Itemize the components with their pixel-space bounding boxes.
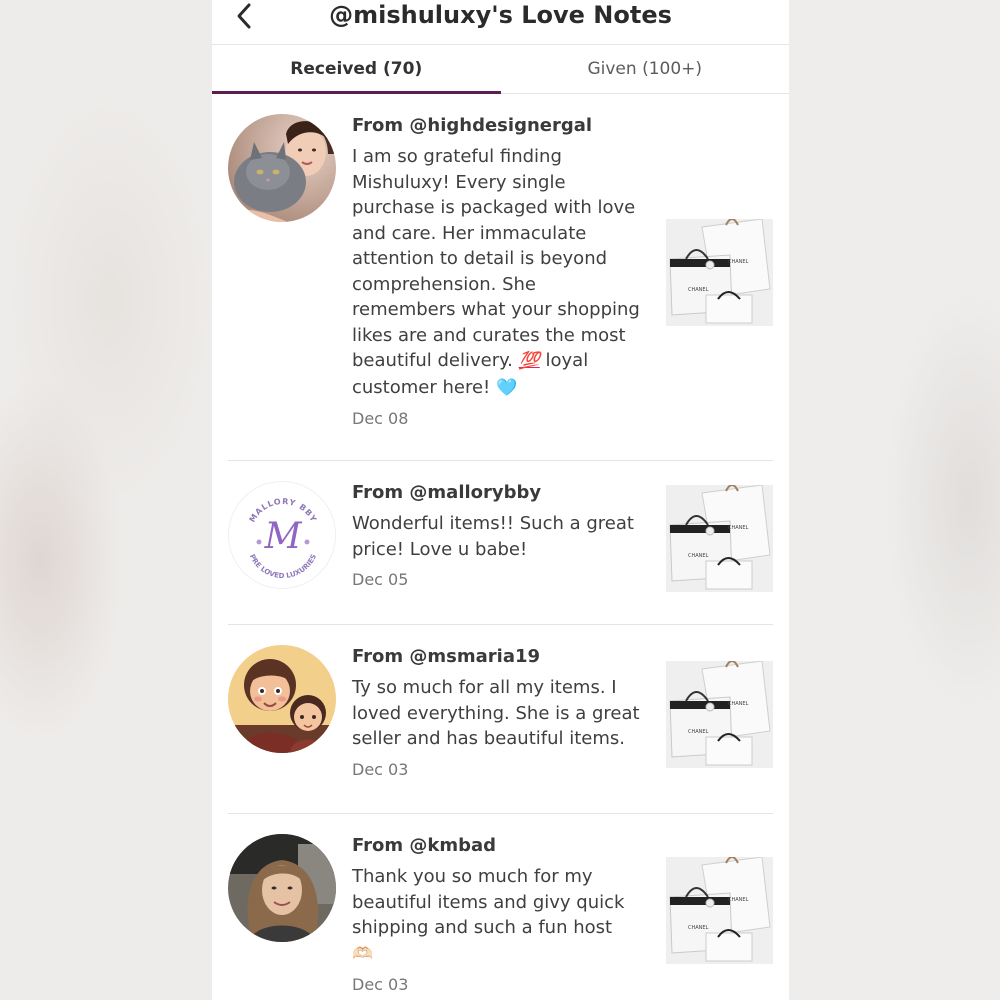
note-date: Dec 03 <box>352 975 409 994</box>
message-line: and care. Her immaculate <box>352 222 587 244</box>
message-line: Thank you so much for my <box>352 866 593 887</box>
tab-bar: Received (70) Given (100+) <box>212 44 789 94</box>
svg-text:CHANEL: CHANEL <box>728 525 749 531</box>
svg-text:CHANEL: CHANEL <box>688 287 709 293</box>
note-date: Dec 08 <box>352 409 409 428</box>
note-body: From @kmbad Thank you so much for my bea… <box>352 834 642 994</box>
svg-text:CHANEL: CHANEL <box>688 925 709 931</box>
mallory-bby-logo-avatar[interactable]: MALLORY BBY M PRE LOVED LUXURIES <box>228 481 336 589</box>
chanel-bags-photo[interactable]: CHANEL CHANEL <box>666 857 773 964</box>
note-message: I am so grateful finding Mishuluxy! Ever… <box>352 144 642 401</box>
header: @mishuluxy's Love Notes <box>212 0 789 44</box>
message-line: beautiful delivery. <box>352 350 519 371</box>
note-body: From @highdesignergal I am so grateful f… <box>352 114 642 428</box>
message-line: seller and has beautiful items. <box>352 728 626 749</box>
svg-text:CHANEL: CHANEL <box>688 729 709 735</box>
heart-hands-icon: 🫶🏻 <box>352 943 374 964</box>
background-right <box>789 0 1000 1000</box>
note-message: Ty so much for all my items. I loved eve… <box>352 675 642 752</box>
light-blue-heart-icon: 🩵 <box>495 377 518 398</box>
tab-given[interactable]: Given (100+) <box>501 45 790 93</box>
chanel-bags-photo[interactable]: CHANEL CHANEL <box>666 485 773 592</box>
note-author[interactable]: From @msmaria19 <box>352 645 642 669</box>
message-line: Mishuluxy! Every single <box>352 171 566 193</box>
svg-text:CHANEL: CHANEL <box>728 259 749 265</box>
message-line: likes are and curates the most <box>352 324 626 346</box>
note-message: Wonderful items!! Such a great price! Lo… <box>352 511 642 562</box>
svg-text:CHANEL: CHANEL <box>688 553 709 559</box>
message-line: beautiful items and givy quick <box>352 891 625 913</box>
svg-text:CHANEL: CHANEL <box>728 897 749 903</box>
chanel-bags-photo[interactable]: CHANEL CHANEL <box>666 661 773 768</box>
list-item: MALLORY BBY M PRE LOVED LUXURIES From @m… <box>228 461 773 625</box>
svg-text:CHANEL: CHANEL <box>728 701 749 707</box>
list-item: From @highdesignergal I am so grateful f… <box>228 94 773 461</box>
message-line: purchase is packaged with love <box>352 197 636 218</box>
chanel-bags-photo[interactable]: CHANEL CHANEL <box>666 219 773 326</box>
background-left <box>0 0 212 1000</box>
message-line: customer here! <box>352 376 496 398</box>
list-item: From @msmaria19 Ty so much for all my it… <box>228 625 773 814</box>
note-date: Dec 05 <box>352 570 409 589</box>
message-line: I am so grateful finding <box>352 146 562 167</box>
love-notes-screen: @mishuluxy's Love Notes Received (70) Gi… <box>212 0 789 1000</box>
cartoon-mother-child-avatar[interactable] <box>228 645 336 753</box>
message-line: loyal <box>539 350 589 371</box>
svg-text:M: M <box>264 516 303 557</box>
message-line: Ty so much for all my items. I <box>352 677 617 698</box>
woman-with-cat-avatar[interactable] <box>228 114 336 222</box>
note-author[interactable]: From @mallorybby <box>352 481 642 505</box>
list-item: From @kmbad Thank you so much for my bea… <box>228 814 773 1000</box>
message-line: comprehension. She <box>352 273 536 295</box>
message-line: attention to detail is beyond <box>352 248 608 269</box>
note-body: From @mallorybby Wonderful items!! Such … <box>352 481 642 589</box>
message-line: price! Love u babe! <box>352 538 528 560</box>
page-title: @mishuluxy's Love Notes <box>329 1 672 29</box>
note-author[interactable]: From @kmbad <box>352 834 642 858</box>
note-author[interactable]: From @highdesignergal <box>352 114 642 138</box>
tab-received[interactable]: Received (70) <box>212 45 501 94</box>
message-line: Wonderful items!! Such a great <box>352 513 634 534</box>
note-body: From @msmaria19 Ty so much for all my it… <box>352 645 642 779</box>
note-date: Dec 03 <box>352 759 409 779</box>
message-line: loved everything. She is a great <box>352 702 640 724</box>
note-message: Thank you so much for my beautiful items… <box>352 864 642 967</box>
woman-portrait-avatar[interactable] <box>228 834 336 942</box>
hundred-points-icon: 💯 <box>518 351 540 371</box>
love-notes-list[interactable]: From @highdesignergal I am so grateful f… <box>212 94 789 1000</box>
message-line: shipping and such a fun host <box>352 917 613 938</box>
message-line: remembers what your shopping <box>352 299 640 320</box>
